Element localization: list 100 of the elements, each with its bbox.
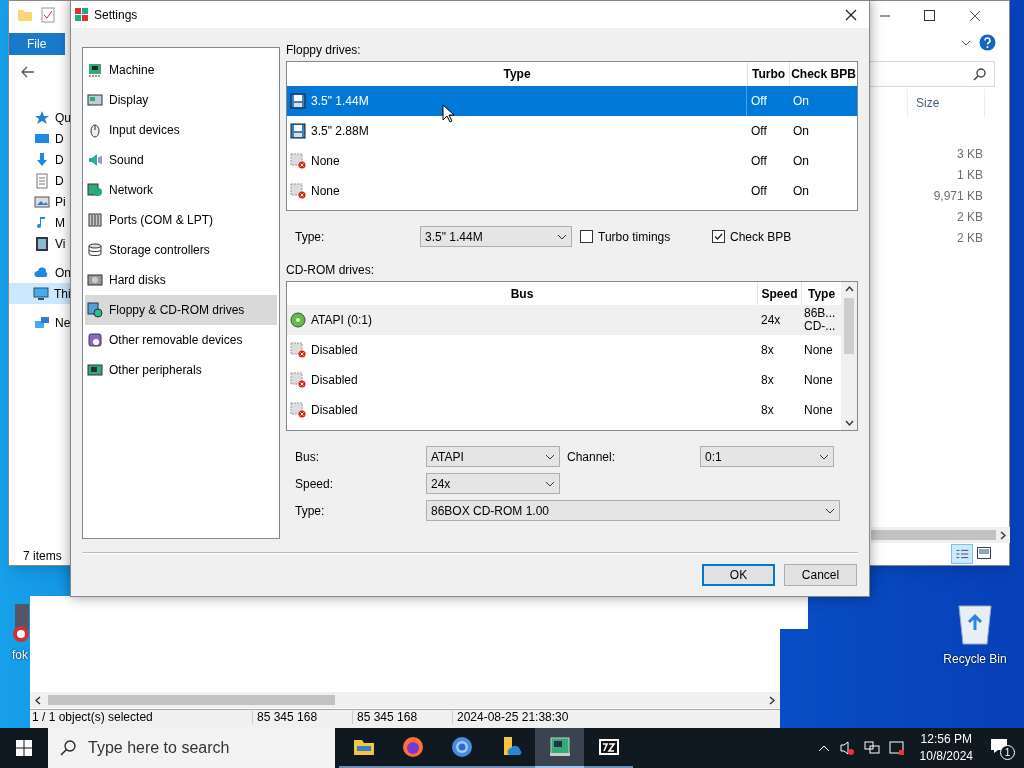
table-cell-text: Off <box>750 153 768 170</box>
table-cell-text: 3.5" 2.88M <box>311 123 369 140</box>
channel-dropdown[interactable]: 0:1 <box>700 446 834 467</box>
cdrom-row[interactable]: ATAPI (0:1) 24x 86B... CD-... <box>287 305 841 335</box>
floppy-row[interactable]: 3.5" 2.88M Off On <box>287 116 857 146</box>
nav-item[interactable]: Pi <box>9 191 71 212</box>
checkbox[interactable] <box>712 230 725 243</box>
nav-item[interactable]: Vi <box>9 233 71 254</box>
table-cell-text: Disabled <box>311 372 358 389</box>
nav-item[interactable]: D <box>9 128 71 149</box>
help-icon[interactable] <box>979 34 996 51</box>
table-cell-text: 8x <box>760 402 775 419</box>
speed-dropdown[interactable]: 24x <box>426 473 560 494</box>
muted-speaker-icon[interactable] <box>838 740 855 756</box>
close-icon[interactable] <box>969 10 981 22</box>
column-header[interactable]: Type <box>287 62 747 86</box>
taskbar-app-button[interactable] <box>535 728 584 768</box>
thumbnail-view-icon[interactable] <box>977 547 991 559</box>
nav-item[interactable]: Qu <box>9 107 71 128</box>
category-item[interactable]: Network <box>85 175 277 205</box>
nav-item[interactable]: On <box>9 262 71 283</box>
network-icon[interactable] <box>863 740 880 756</box>
nav-item[interactable]: Ne <box>9 312 71 333</box>
search-icon <box>60 740 76 756</box>
taskbar-search-field[interactable]: Type here to search <box>48 728 335 768</box>
table-cell-text: None <box>311 153 340 170</box>
floppy-row[interactable]: None Off On <box>287 146 857 176</box>
database-icon <box>86 242 104 258</box>
display-card-icon <box>86 92 104 108</box>
floppy-row[interactable]: 3.5" 1.44M Off On <box>287 86 857 116</box>
speaker-icon <box>86 152 104 168</box>
category-item[interactable]: Machine <box>85 55 277 85</box>
scroll-left-icon[interactable] <box>35 695 41 705</box>
table-cell-text: Disabled <box>311 402 358 419</box>
status-text: 85 345 168 <box>252 711 352 724</box>
notification-count: 1 <box>1000 745 1015 760</box>
category-item[interactable]: Floppy & CD-ROM drives <box>85 295 277 325</box>
type-dropdown[interactable]: 3.5" 1.44M <box>420 226 572 247</box>
file-tab[interactable]: File <box>9 33 65 55</box>
chevron-up-icon[interactable] <box>817 744 830 752</box>
nav-item[interactable]: D <box>9 170 71 191</box>
checklist-icon <box>41 7 55 23</box>
file-size: 3 KB <box>957 146 983 163</box>
column-header[interactable]: Size <box>907 89 985 117</box>
bus-dropdown[interactable]: ATAPI <box>426 446 560 467</box>
field-label: Speed: <box>294 475 335 493</box>
horizontal-scrollbar[interactable] <box>871 527 1010 543</box>
back-icon[interactable] <box>21 66 35 78</box>
maximize-icon[interactable] <box>924 10 935 21</box>
close-icon[interactable] <box>845 8 857 21</box>
scroll-down-icon[interactable] <box>844 420 854 426</box>
download-icon <box>34 151 50 168</box>
video-icon <box>34 235 50 252</box>
table-cell-text: 24x <box>760 312 782 329</box>
details-view-icon[interactable] <box>951 544 973 564</box>
vertical-scrollbar[interactable] <box>841 282 857 430</box>
table-cell-text: None <box>804 373 834 387</box>
empty-drive-icon <box>290 153 306 169</box>
category-item[interactable]: Ports (COM & LPT) <box>85 205 277 235</box>
scroll-thumb[interactable] <box>844 298 854 354</box>
checkbox[interactable] <box>580 230 593 243</box>
app-logo-icon <box>74 7 89 22</box>
pc-icon <box>33 285 49 302</box>
nav-item[interactable]: M <box>9 212 71 233</box>
chevron-icon[interactable] <box>961 40 971 46</box>
checkbox-label: Turbo timings <box>598 228 671 246</box>
scroll-right-icon[interactable] <box>1000 530 1006 540</box>
floppy-row[interactable]: None Off On <box>287 176 857 206</box>
cdrom-row[interactable]: Disabled 8x None <box>287 395 841 425</box>
column-header[interactable]: Bus <box>287 282 757 305</box>
field-label: Channel: <box>566 448 617 466</box>
search-icon <box>973 67 986 81</box>
recycle-bin-icon[interactable] <box>955 602 995 646</box>
category-item[interactable]: Input devices <box>85 115 277 145</box>
scroll-right-icon[interactable] <box>769 695 775 705</box>
windows-start-icon[interactable] <box>16 740 32 756</box>
disabled-drive-icon <box>290 342 306 358</box>
nav-item[interactable]: D <box>9 149 71 170</box>
category-item[interactable]: Hard disks <box>85 265 277 295</box>
table-cell-text: CD-... <box>804 320 837 333</box>
nav-item[interactable]: Thi <box>9 283 71 304</box>
network-card-icon <box>86 182 104 198</box>
scroll-up-icon[interactable] <box>844 286 854 292</box>
ok-button[interactable]: OK <box>702 564 775 586</box>
cancel-button[interactable]: Cancel <box>784 564 857 586</box>
display-icon[interactable] <box>888 740 905 756</box>
type-dropdown[interactable]: 86BOX CD-ROM 1.00 <box>426 500 840 521</box>
category-item[interactable]: Sound <box>85 145 277 175</box>
item-count: 7 items <box>23 548 62 565</box>
disabled-drive-icon <box>290 372 306 388</box>
cdrom-row[interactable]: Disabled 8x None <box>287 335 841 365</box>
clock[interactable]: 12:56 PM 10/8/2024 <box>913 731 979 765</box>
category-item[interactable]: Storage controllers <box>85 235 277 265</box>
desktop-icon-label[interactable]: Recycle Bin <box>943 650 1007 668</box>
horizontal-scrollbar[interactable] <box>30 692 780 708</box>
cdrom-row[interactable]: Disabled 8x None <box>287 365 841 395</box>
category-item[interactable]: Other peripherals <box>85 355 277 385</box>
category-item[interactable]: Other removable devices <box>85 325 277 355</box>
empty-drive-icon <box>290 183 306 199</box>
category-item[interactable]: Display <box>85 85 277 115</box>
